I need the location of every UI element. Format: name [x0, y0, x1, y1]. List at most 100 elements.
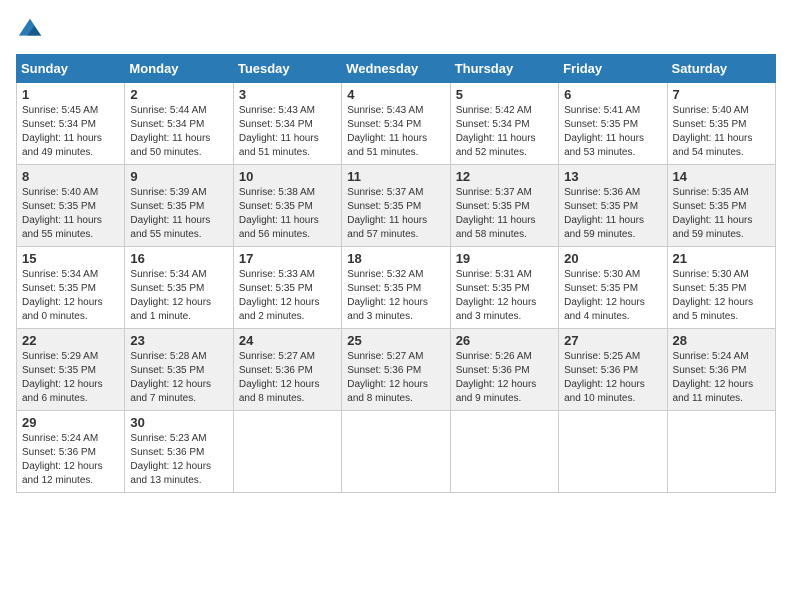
calendar-cell: 21 Sunrise: 5:30 AMSunset: 5:35 PMDaylig…	[667, 247, 775, 329]
calendar-cell: 5 Sunrise: 5:42 AMSunset: 5:34 PMDayligh…	[450, 83, 558, 165]
day-info: Sunrise: 5:41 AMSunset: 5:35 PMDaylight:…	[564, 105, 644, 158]
col-header-friday: Friday	[559, 55, 667, 83]
day-number: 9	[130, 169, 227, 184]
day-info: Sunrise: 5:24 AMSunset: 5:36 PMDaylight:…	[22, 433, 103, 486]
day-info: Sunrise: 5:28 AMSunset: 5:35 PMDaylight:…	[130, 351, 211, 404]
calendar-cell	[450, 411, 558, 493]
calendar-cell: 27 Sunrise: 5:25 AMSunset: 5:36 PMDaylig…	[559, 329, 667, 411]
day-info: Sunrise: 5:44 AMSunset: 5:34 PMDaylight:…	[130, 105, 210, 158]
day-info: Sunrise: 5:30 AMSunset: 5:35 PMDaylight:…	[673, 269, 754, 322]
day-info: Sunrise: 5:43 AMSunset: 5:34 PMDaylight:…	[239, 105, 319, 158]
calendar-cell: 8 Sunrise: 5:40 AMSunset: 5:35 PMDayligh…	[17, 165, 125, 247]
day-info: Sunrise: 5:37 AMSunset: 5:35 PMDaylight:…	[456, 187, 536, 240]
calendar-week-row: 8 Sunrise: 5:40 AMSunset: 5:35 PMDayligh…	[17, 165, 776, 247]
calendar-cell: 11 Sunrise: 5:37 AMSunset: 5:35 PMDaylig…	[342, 165, 450, 247]
day-info: Sunrise: 5:33 AMSunset: 5:35 PMDaylight:…	[239, 269, 320, 322]
calendar-cell: 28 Sunrise: 5:24 AMSunset: 5:36 PMDaylig…	[667, 329, 775, 411]
calendar-week-row: 1 Sunrise: 5:45 AMSunset: 5:34 PMDayligh…	[17, 83, 776, 165]
calendar-cell: 25 Sunrise: 5:27 AMSunset: 5:36 PMDaylig…	[342, 329, 450, 411]
calendar-cell: 30 Sunrise: 5:23 AMSunset: 5:36 PMDaylig…	[125, 411, 233, 493]
day-info: Sunrise: 5:40 AMSunset: 5:35 PMDaylight:…	[22, 187, 102, 240]
day-info: Sunrise: 5:45 AMSunset: 5:34 PMDaylight:…	[22, 105, 102, 158]
day-info: Sunrise: 5:26 AMSunset: 5:36 PMDaylight:…	[456, 351, 537, 404]
calendar-cell: 17 Sunrise: 5:33 AMSunset: 5:35 PMDaylig…	[233, 247, 341, 329]
day-info: Sunrise: 5:35 AMSunset: 5:35 PMDaylight:…	[673, 187, 753, 240]
calendar-cell: 3 Sunrise: 5:43 AMSunset: 5:34 PMDayligh…	[233, 83, 341, 165]
day-info: Sunrise: 5:23 AMSunset: 5:36 PMDaylight:…	[130, 433, 211, 486]
calendar-cell: 13 Sunrise: 5:36 AMSunset: 5:35 PMDaylig…	[559, 165, 667, 247]
day-number: 1	[22, 87, 119, 102]
day-info: Sunrise: 5:40 AMSunset: 5:35 PMDaylight:…	[673, 105, 753, 158]
day-number: 11	[347, 169, 444, 184]
col-header-monday: Monday	[125, 55, 233, 83]
day-info: Sunrise: 5:36 AMSunset: 5:35 PMDaylight:…	[564, 187, 644, 240]
calendar-week-row: 15 Sunrise: 5:34 AMSunset: 5:35 PMDaylig…	[17, 247, 776, 329]
calendar-cell: 23 Sunrise: 5:28 AMSunset: 5:35 PMDaylig…	[125, 329, 233, 411]
calendar-cell	[559, 411, 667, 493]
day-info: Sunrise: 5:38 AMSunset: 5:35 PMDaylight:…	[239, 187, 319, 240]
logo	[16, 16, 48, 44]
calendar-cell: 1 Sunrise: 5:45 AMSunset: 5:34 PMDayligh…	[17, 83, 125, 165]
day-info: Sunrise: 5:25 AMSunset: 5:36 PMDaylight:…	[564, 351, 645, 404]
col-header-wednesday: Wednesday	[342, 55, 450, 83]
day-number: 30	[130, 415, 227, 430]
calendar-cell: 19 Sunrise: 5:31 AMSunset: 5:35 PMDaylig…	[450, 247, 558, 329]
day-number: 28	[673, 333, 770, 348]
day-info: Sunrise: 5:43 AMSunset: 5:34 PMDaylight:…	[347, 105, 427, 158]
day-number: 16	[130, 251, 227, 266]
day-info: Sunrise: 5:32 AMSunset: 5:35 PMDaylight:…	[347, 269, 428, 322]
day-number: 23	[130, 333, 227, 348]
day-info: Sunrise: 5:34 AMSunset: 5:35 PMDaylight:…	[130, 269, 211, 322]
logo-icon	[16, 16, 44, 44]
day-number: 5	[456, 87, 553, 102]
calendar-cell: 18 Sunrise: 5:32 AMSunset: 5:35 PMDaylig…	[342, 247, 450, 329]
calendar-cell: 14 Sunrise: 5:35 AMSunset: 5:35 PMDaylig…	[667, 165, 775, 247]
calendar-cell: 4 Sunrise: 5:43 AMSunset: 5:34 PMDayligh…	[342, 83, 450, 165]
calendar-cell: 22 Sunrise: 5:29 AMSunset: 5:35 PMDaylig…	[17, 329, 125, 411]
day-number: 29	[22, 415, 119, 430]
calendar-cell: 2 Sunrise: 5:44 AMSunset: 5:34 PMDayligh…	[125, 83, 233, 165]
col-header-tuesday: Tuesday	[233, 55, 341, 83]
calendar-cell: 9 Sunrise: 5:39 AMSunset: 5:35 PMDayligh…	[125, 165, 233, 247]
day-info: Sunrise: 5:39 AMSunset: 5:35 PMDaylight:…	[130, 187, 210, 240]
calendar-cell: 12 Sunrise: 5:37 AMSunset: 5:35 PMDaylig…	[450, 165, 558, 247]
day-number: 10	[239, 169, 336, 184]
day-number: 6	[564, 87, 661, 102]
day-info: Sunrise: 5:31 AMSunset: 5:35 PMDaylight:…	[456, 269, 537, 322]
calendar-cell	[667, 411, 775, 493]
day-number: 21	[673, 251, 770, 266]
day-info: Sunrise: 5:27 AMSunset: 5:36 PMDaylight:…	[239, 351, 320, 404]
day-number: 8	[22, 169, 119, 184]
day-number: 4	[347, 87, 444, 102]
day-number: 12	[456, 169, 553, 184]
day-number: 14	[673, 169, 770, 184]
day-info: Sunrise: 5:37 AMSunset: 5:35 PMDaylight:…	[347, 187, 427, 240]
calendar-cell: 24 Sunrise: 5:27 AMSunset: 5:36 PMDaylig…	[233, 329, 341, 411]
col-header-saturday: Saturday	[667, 55, 775, 83]
day-number: 22	[22, 333, 119, 348]
day-number: 25	[347, 333, 444, 348]
day-number: 26	[456, 333, 553, 348]
day-number: 2	[130, 87, 227, 102]
day-number: 3	[239, 87, 336, 102]
col-header-sunday: Sunday	[17, 55, 125, 83]
calendar-cell	[233, 411, 341, 493]
calendar-cell: 29 Sunrise: 5:24 AMSunset: 5:36 PMDaylig…	[17, 411, 125, 493]
day-number: 15	[22, 251, 119, 266]
calendar-cell	[342, 411, 450, 493]
calendar-cell: 15 Sunrise: 5:34 AMSunset: 5:35 PMDaylig…	[17, 247, 125, 329]
day-number: 13	[564, 169, 661, 184]
calendar-header-row: SundayMondayTuesdayWednesdayThursdayFrid…	[17, 55, 776, 83]
calendar-cell: 26 Sunrise: 5:26 AMSunset: 5:36 PMDaylig…	[450, 329, 558, 411]
calendar-cell: 10 Sunrise: 5:38 AMSunset: 5:35 PMDaylig…	[233, 165, 341, 247]
calendar-week-row: 29 Sunrise: 5:24 AMSunset: 5:36 PMDaylig…	[17, 411, 776, 493]
col-header-thursday: Thursday	[450, 55, 558, 83]
page-header	[16, 16, 776, 44]
day-number: 27	[564, 333, 661, 348]
calendar-week-row: 22 Sunrise: 5:29 AMSunset: 5:35 PMDaylig…	[17, 329, 776, 411]
calendar-table: SundayMondayTuesdayWednesdayThursdayFrid…	[16, 54, 776, 493]
day-number: 24	[239, 333, 336, 348]
day-info: Sunrise: 5:24 AMSunset: 5:36 PMDaylight:…	[673, 351, 754, 404]
day-info: Sunrise: 5:27 AMSunset: 5:36 PMDaylight:…	[347, 351, 428, 404]
calendar-cell: 6 Sunrise: 5:41 AMSunset: 5:35 PMDayligh…	[559, 83, 667, 165]
